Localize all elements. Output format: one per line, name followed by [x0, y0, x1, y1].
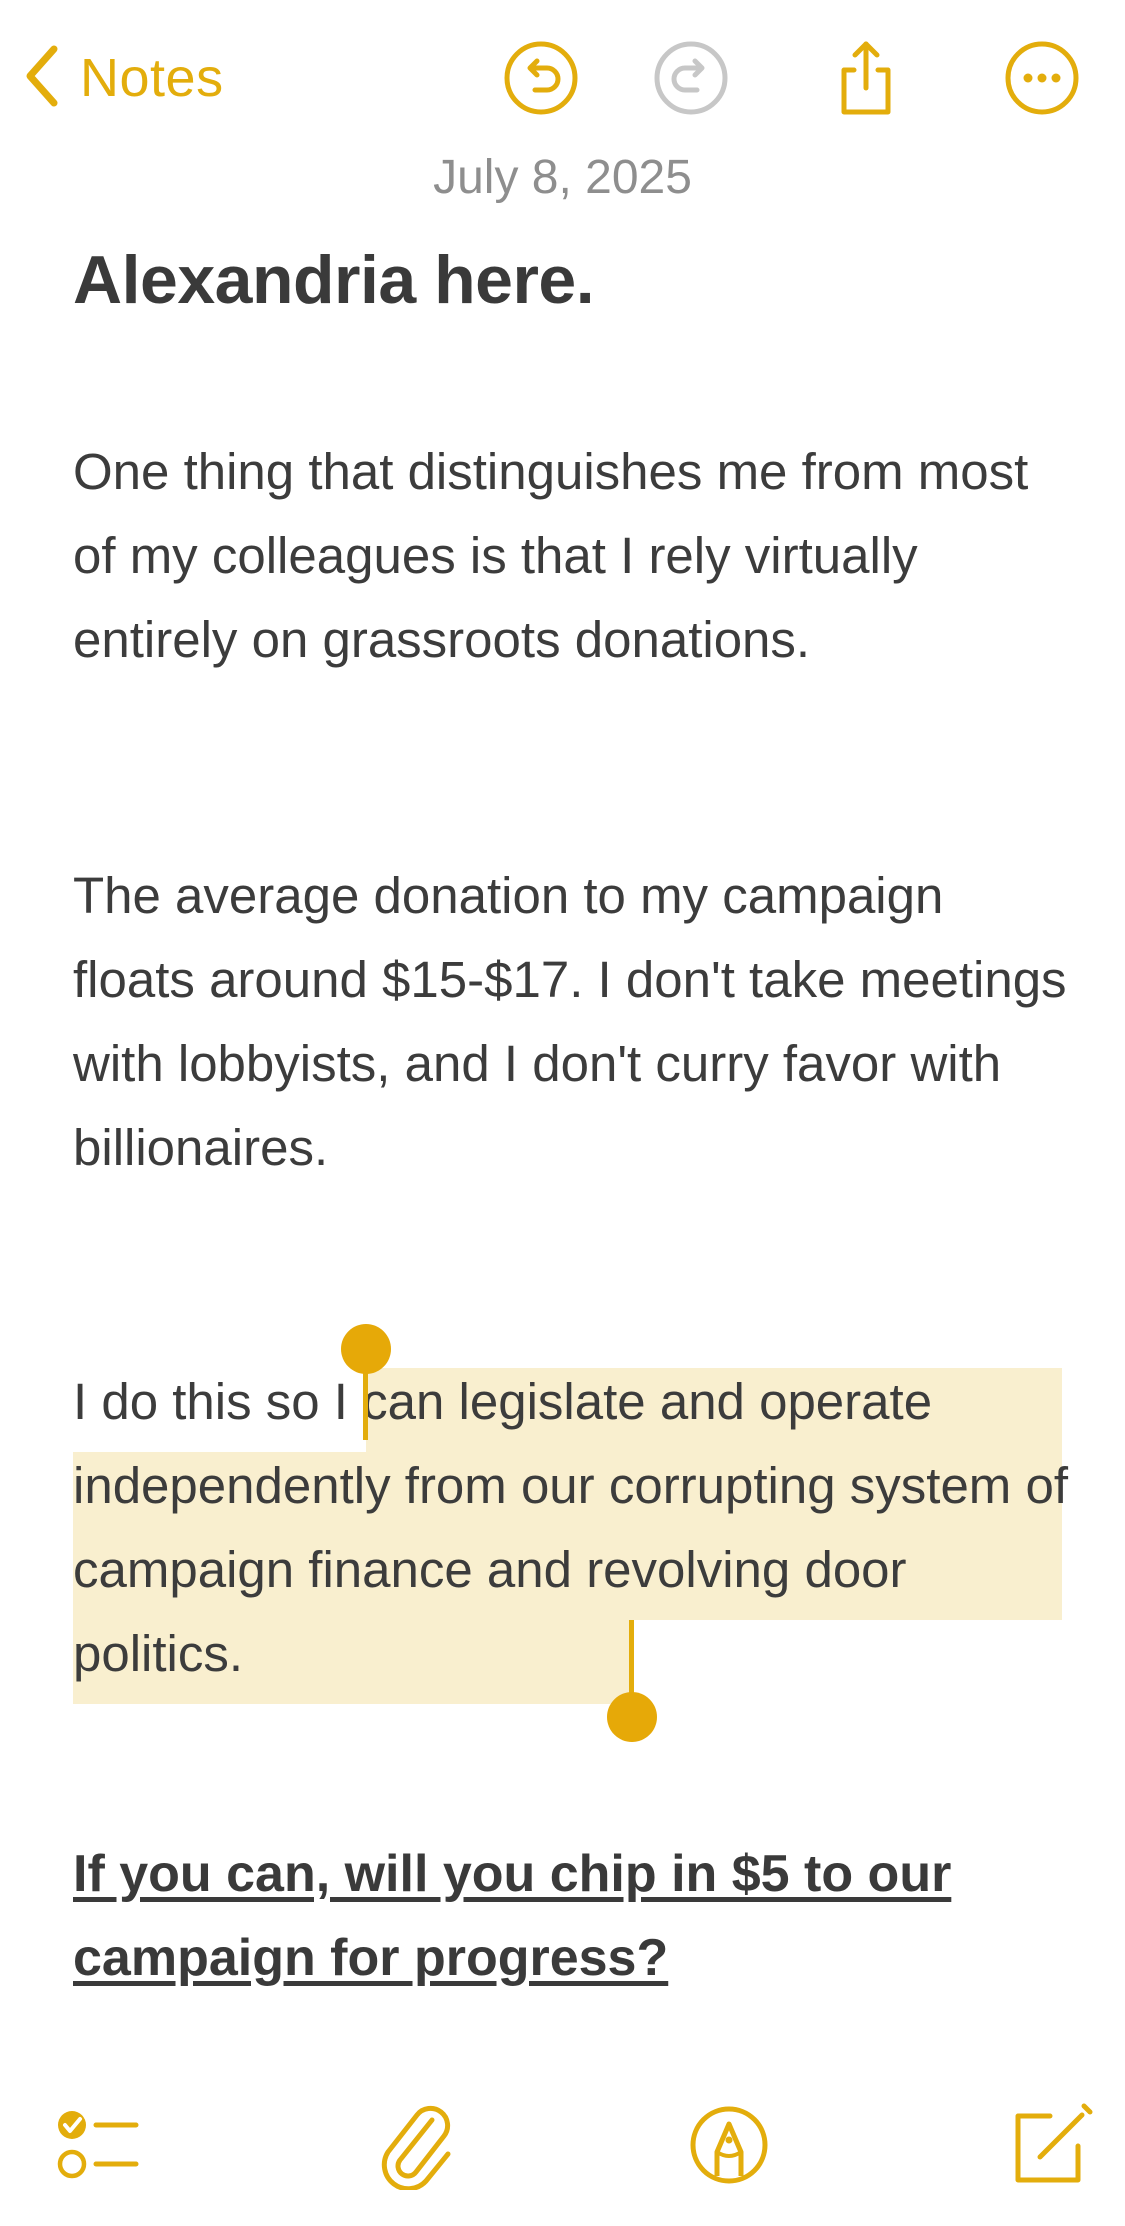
- selection-end-handle[interactable]: [607, 1692, 657, 1742]
- back-label: Notes: [80, 48, 224, 108]
- undo-button[interactable]: [501, 38, 581, 118]
- chevron-left-icon: [22, 41, 62, 116]
- note-paragraph[interactable]: One thing that distinguishes me from mos…: [73, 430, 1073, 682]
- attachment-button[interactable]: [370, 2100, 460, 2192]
- markup-pen-icon: [684, 2106, 774, 2194]
- back-button[interactable]: Notes: [22, 38, 224, 118]
- share-icon: [826, 41, 906, 122]
- markup-button[interactable]: [684, 2100, 774, 2190]
- undo-icon: [501, 41, 581, 122]
- share-button[interactable]: [826, 38, 906, 118]
- navigation-bar: Notes: [0, 0, 1125, 160]
- checklist-button[interactable]: [52, 2100, 142, 2190]
- checklist-icon: [52, 2111, 142, 2194]
- selection-end-cursor: [629, 1620, 634, 1700]
- redo-icon: [651, 41, 731, 122]
- donation-call-to-action[interactable]: If you can, will you chip in $5 to our c…: [73, 1832, 1073, 2000]
- compose-button[interactable]: [1004, 2100, 1094, 2190]
- bottom-toolbar: [0, 2080, 1125, 2226]
- more-icon: [1002, 41, 1082, 122]
- note-paragraph[interactable]: The average donation to my campaign floa…: [73, 854, 1073, 1190]
- redo-button[interactable]: [651, 38, 731, 118]
- paperclip-icon: [370, 2105, 460, 2194]
- note-body[interactable]: Alexandria here. One thing that distingu…: [73, 230, 1083, 1987]
- note-paragraph-selected[interactable]: I do this so I can legislate and operate…: [73, 1360, 1073, 1696]
- compose-icon: [1004, 2103, 1094, 2194]
- selection-start-handle[interactable]: [341, 1324, 391, 1374]
- note-date: July 8, 2025: [433, 151, 692, 204]
- note-title[interactable]: Alexandria here.: [73, 230, 1083, 330]
- more-button[interactable]: [1002, 38, 1082, 118]
